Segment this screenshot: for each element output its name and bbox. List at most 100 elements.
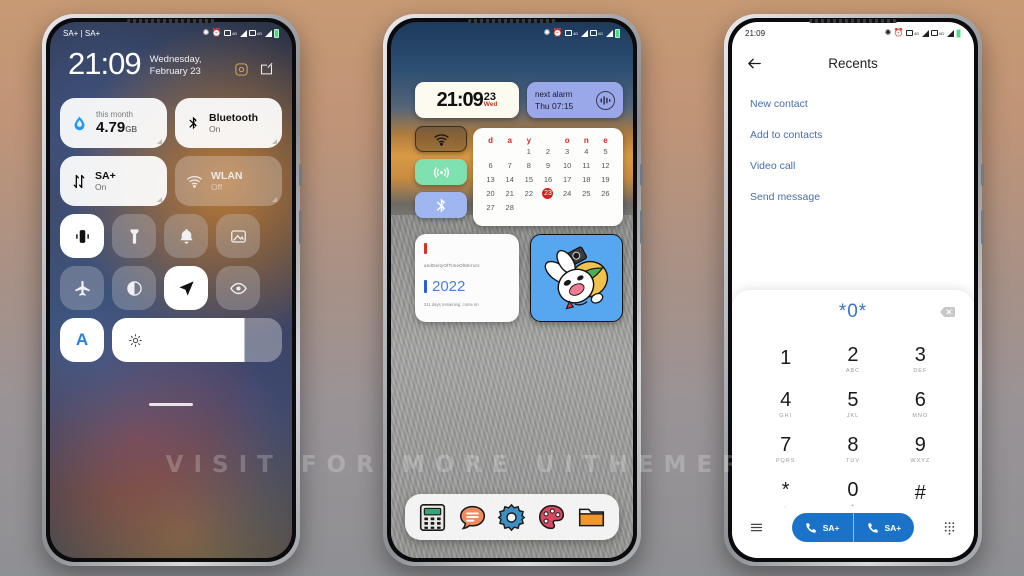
palette-icon: [539, 504, 565, 529]
widget-photo[interactable]: [530, 234, 623, 322]
calendar-day[interactable]: 7: [500, 160, 519, 171]
context-menu-item[interactable]: Send message: [750, 181, 956, 212]
context-menu-item[interactable]: Video call: [750, 150, 956, 181]
dialpad-key-*[interactable]: *,: [752, 473, 819, 516]
volume-button[interactable]: [981, 210, 984, 244]
widget-calendar[interactable]: dayone 1 2 3 4 5 6 7 8 9 10 11 12 13 14 15 16 17 18 19 20 21…: [473, 128, 623, 226]
calendar-day[interactable]: 20: [481, 188, 500, 199]
resize-handle[interactable]: [157, 197, 162, 202]
resize-handle[interactable]: [157, 139, 162, 144]
tile-vibrate[interactable]: [60, 214, 104, 258]
calendar-day[interactable]: 8: [519, 160, 538, 171]
calendar-day[interactable]: 5: [596, 146, 615, 157]
resize-handle[interactable]: [272, 197, 277, 202]
calendar-day[interactable]: 14: [500, 174, 519, 185]
power-button[interactable]: [640, 164, 643, 186]
calendar-today[interactable]: 23: [542, 188, 554, 199]
calendar-day[interactable]: 19: [596, 174, 615, 185]
dialpad-key-#[interactable]: #: [887, 473, 954, 516]
tile-bluetooth[interactable]: Bluetooth On: [175, 98, 282, 148]
keypad-icon[interactable]: [942, 520, 957, 535]
settings-gear-icon[interactable]: [234, 62, 249, 77]
calendar-day[interactable]: 23: [538, 188, 557, 199]
context-menu-item[interactable]: Add to contacts: [750, 119, 956, 150]
tile-data-usage[interactable]: this month 4.79GB: [60, 98, 167, 148]
calendar-day[interactable]: 9: [538, 160, 557, 171]
calendar-day[interactable]: 22: [519, 188, 538, 199]
tile-dark-mode[interactable]: [112, 266, 156, 310]
dialpad-key-8[interactable]: 8 TUV: [819, 428, 886, 471]
calendar-day[interactable]: 13: [481, 174, 500, 185]
tile-flashlight[interactable]: [112, 214, 156, 258]
dock-item-settings[interactable]: [497, 503, 526, 532]
calendar-day[interactable]: 15: [519, 174, 538, 185]
call-sim2-button[interactable]: SA+: [852, 513, 915, 542]
calendar-day[interactable]: 18: [577, 174, 596, 185]
dialpad-key-3[interactable]: 3 DEF: [887, 338, 954, 381]
calendar-day[interactable]: 1: [519, 146, 538, 157]
dialpad-key-4[interactable]: 4 GHI: [752, 383, 819, 426]
calendar-day[interactable]: 11: [577, 160, 596, 171]
tile-screenshot[interactable]: [216, 214, 260, 258]
calendar-day[interactable]: 28: [500, 202, 519, 213]
dock-item-themes[interactable]: [537, 503, 566, 532]
edit-icon[interactable]: [259, 62, 274, 77]
dialpad-key-0[interactable]: 0 +: [819, 473, 886, 516]
volume-button[interactable]: [299, 210, 302, 244]
brightness-slider[interactable]: [112, 318, 282, 362]
tile-title: Bluetooth: [209, 111, 258, 124]
home-indicator[interactable]: [149, 403, 193, 406]
calendar-day[interactable]: 21: [500, 188, 519, 199]
volume-button[interactable]: [640, 210, 643, 244]
dialpad-key-1[interactable]: 1: [752, 338, 819, 381]
dock-item-calculator[interactable]: [418, 503, 447, 532]
power-button[interactable]: [981, 164, 984, 186]
resize-handle[interactable]: [272, 139, 277, 144]
calendar-day[interactable]: 6: [481, 160, 500, 171]
dialpad-key-7[interactable]: 7 PQRS: [752, 428, 819, 471]
hamburger-icon[interactable]: [749, 520, 764, 535]
calendar-day[interactable]: 16: [538, 174, 557, 185]
calendar-day[interactable]: 27: [481, 202, 500, 213]
dialpad-key-6[interactable]: 6 MNO: [887, 383, 954, 426]
context-menu-item[interactable]: New contact: [750, 88, 956, 119]
sim2-icon: 4G: [931, 30, 944, 36]
dialpad-key-5[interactable]: 5 JKL: [819, 383, 886, 426]
tile-airplane-mode[interactable]: [60, 266, 104, 310]
widget-next-alarm[interactable]: next alarm Thu 07:15: [527, 82, 623, 118]
calendar-day[interactable]: 25: [577, 188, 596, 199]
folder-icon: [578, 508, 604, 526]
calendar-day[interactable]: 17: [558, 174, 577, 185]
key-number: 0: [847, 479, 859, 501]
calendar-day[interactable]: 12: [596, 160, 615, 171]
tile-eye-comfort[interactable]: [216, 266, 260, 310]
calendar-days: 1 2 3 4 5 6 7 8 9 10 11 12 13 14 15 16 17 18 19 20 21 22 23 24 2…: [481, 146, 615, 213]
dock-item-file-manager[interactable]: [577, 503, 606, 532]
dock-item-messages[interactable]: [458, 503, 487, 532]
calendar-day[interactable]: 3: [558, 146, 577, 157]
calendar-day[interactable]: 2: [538, 146, 557, 157]
dialpad-key-9[interactable]: 9 WXYZ: [887, 428, 954, 471]
call-sim2-label: SA+: [884, 522, 902, 533]
widget-toggle-hotspot[interactable]: [415, 159, 467, 185]
call-sim1-button[interactable]: SA+: [792, 513, 853, 542]
widget-toggle-bluetooth[interactable]: [415, 192, 467, 218]
widget-toggle-wifi[interactable]: [415, 126, 467, 152]
calendar-day[interactable]: 24: [558, 188, 577, 199]
dialpad-key-2[interactable]: 2 ABC: [819, 338, 886, 381]
tile-mobile-data[interactable]: SA+ On: [60, 156, 167, 206]
tile-ringer[interactable]: [164, 214, 208, 258]
power-button[interactable]: [299, 164, 302, 186]
tile-wlan[interactable]: WLAN Off: [175, 156, 282, 206]
auto-brightness-button[interactable]: A: [60, 318, 104, 362]
widget-countdown[interactable]: andDeityOfTimeOfMirrors 2022 311 days re…: [415, 234, 519, 322]
tile-location[interactable]: [164, 266, 208, 310]
widget-clock[interactable]: 21:09 23 Wed: [415, 82, 519, 118]
calendar-day[interactable]: 26: [596, 188, 615, 199]
backspace-icon[interactable]: [939, 306, 956, 318]
back-arrow-icon[interactable]: [746, 55, 763, 72]
calendar-day[interactable]: 10: [558, 160, 577, 171]
calendar-day[interactable]: 4: [577, 146, 596, 157]
calendar-day-empty: [558, 202, 577, 213]
dialed-number[interactable]: *0*: [839, 301, 867, 323]
